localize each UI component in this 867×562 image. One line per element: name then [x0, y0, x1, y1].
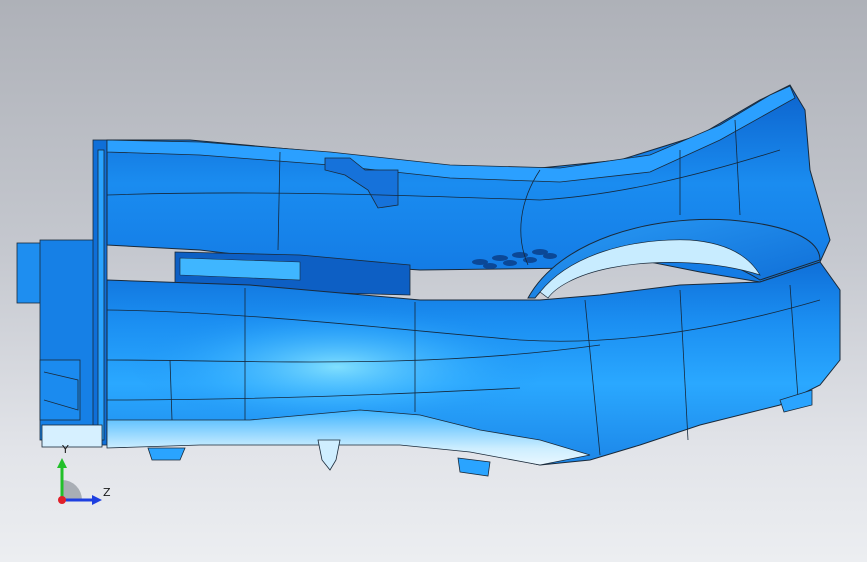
y-axis-label: Y — [62, 443, 69, 456]
triad-quadrant-icon — [62, 480, 82, 500]
3d-model-part[interactable] — [0, 0, 867, 562]
left-mount-plate — [16, 139, 108, 448]
coordinate-triad — [57, 458, 102, 505]
cad-3d-viewport[interactable]: Y Z — [0, 0, 867, 562]
z-axis-label: Z — [103, 486, 111, 499]
x-axis-dot-icon — [58, 496, 66, 504]
